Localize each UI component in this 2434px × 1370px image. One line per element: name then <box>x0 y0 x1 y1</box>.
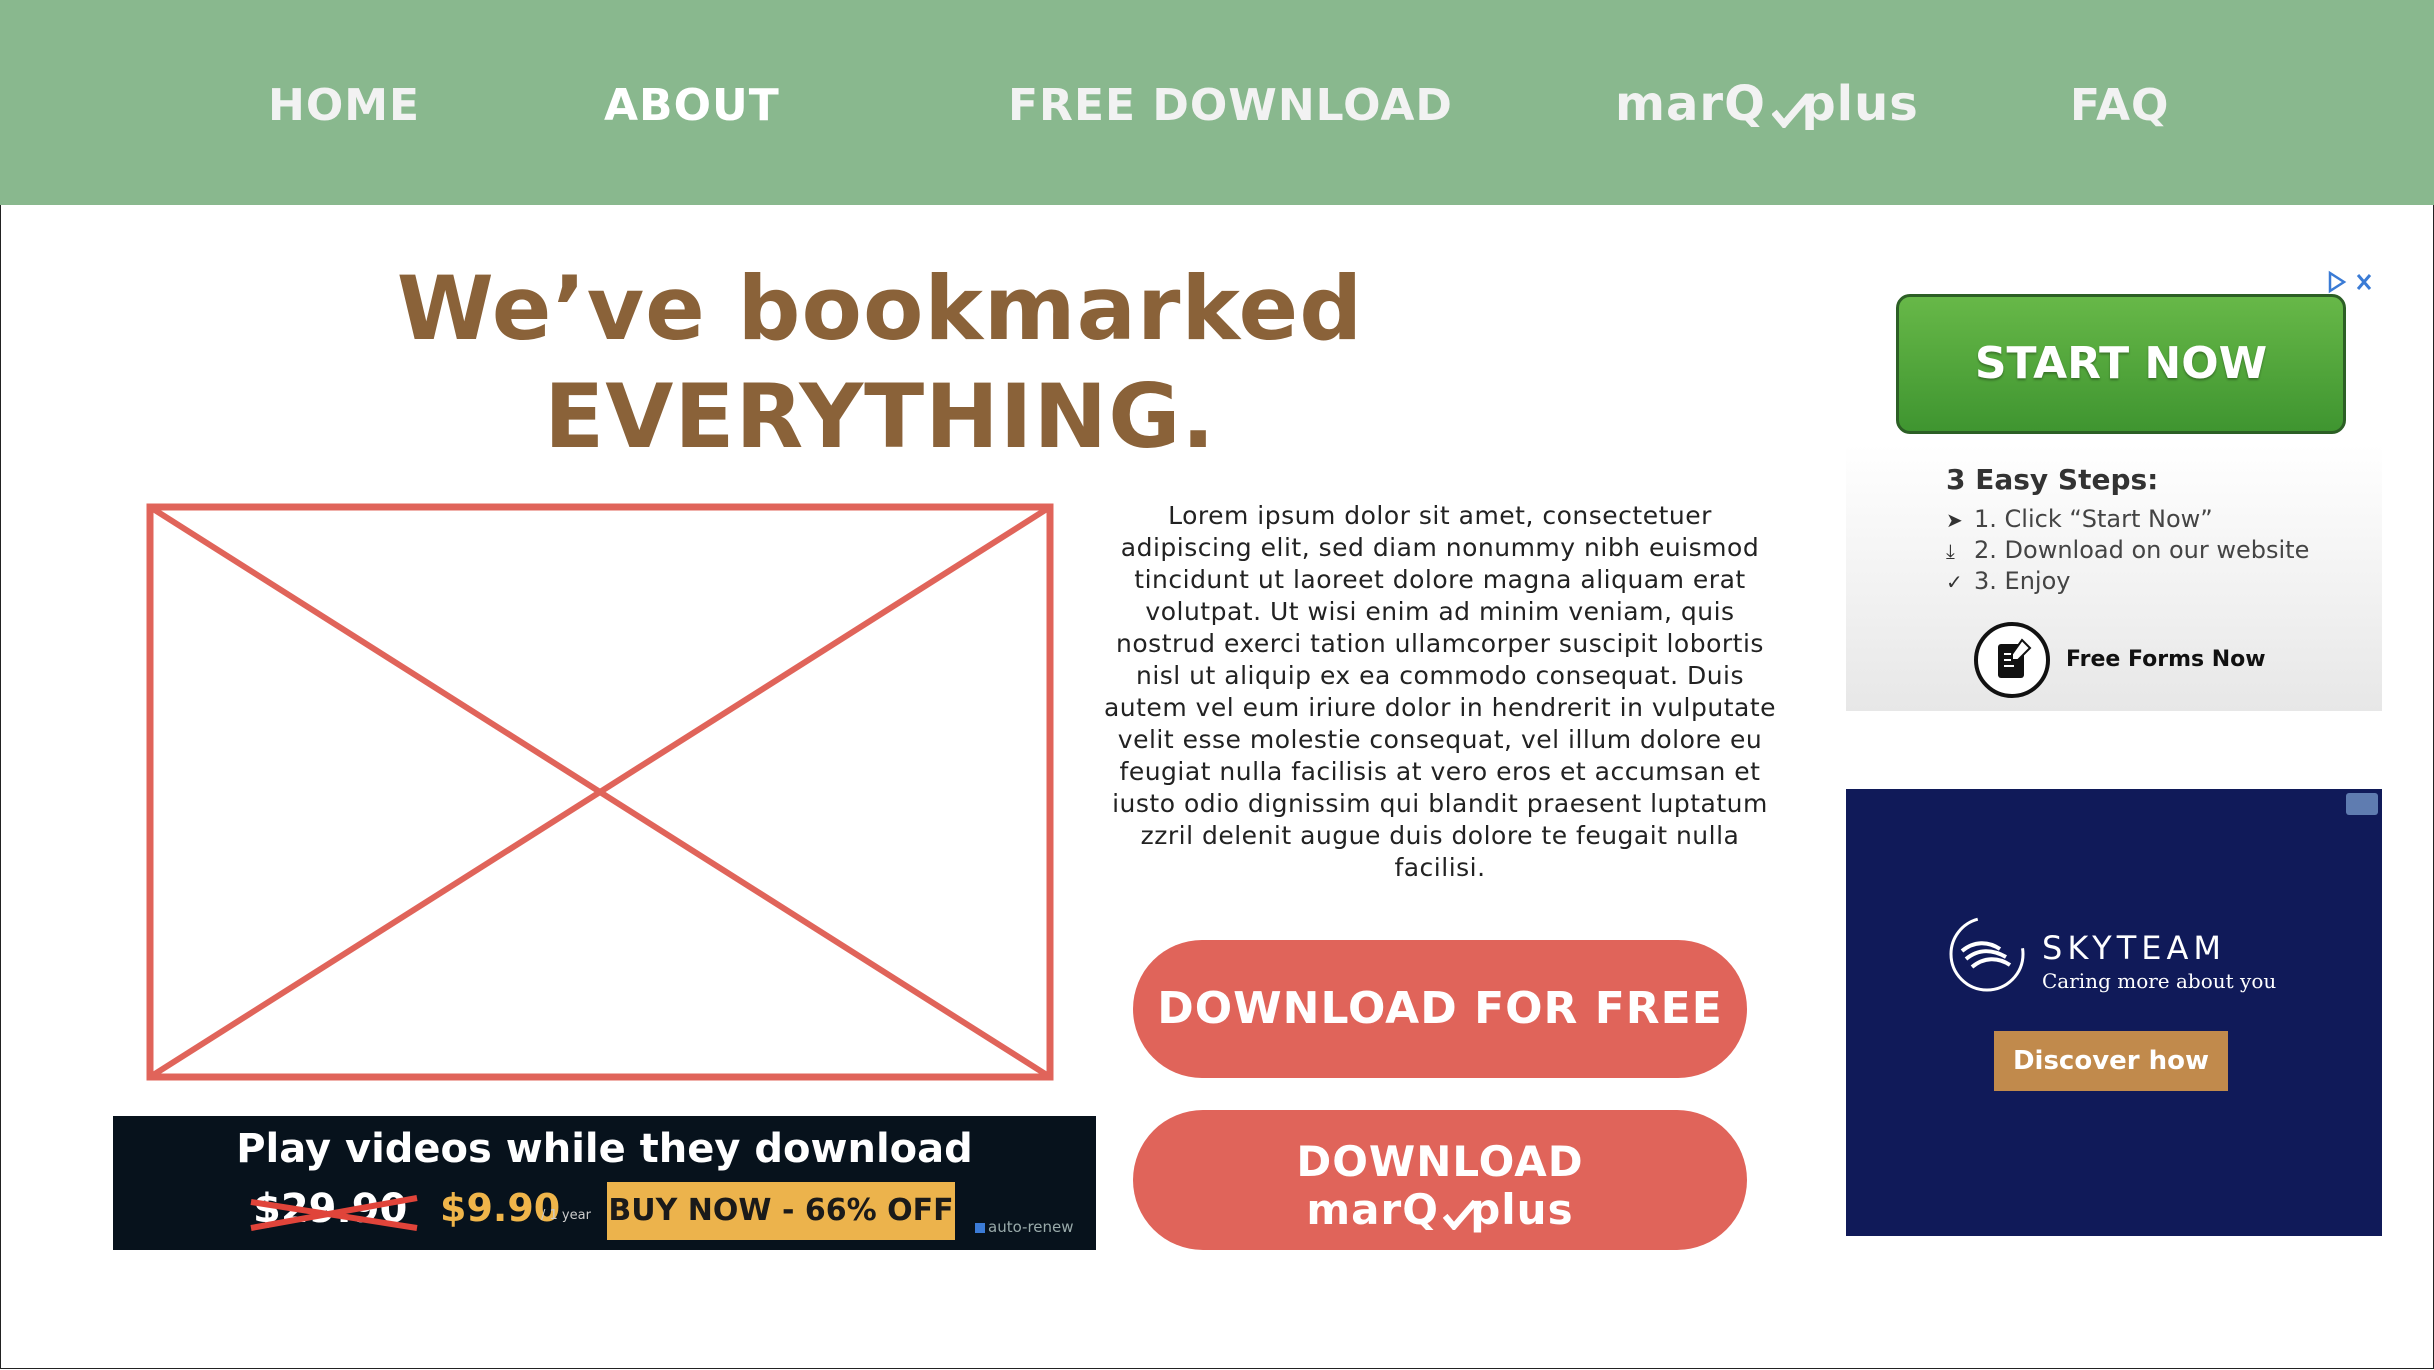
brand-name-right: plus <box>1801 76 1919 132</box>
document-edit-icon <box>1974 622 2050 698</box>
skyteam-ad[interactable]: SKYTEAM Caring more about you Discover h… <box>1846 789 2382 1236</box>
nav-marq-plus[interactable]: marQ plus <box>1615 76 1919 132</box>
download-marq-plus-button[interactable]: DOWNLOAD marQ plus <box>1133 1110 1747 1250</box>
brand-name-left: marQ <box>1615 76 1766 132</box>
banner-ad-title: Play videos while they download <box>236 1126 973 1172</box>
checkmark-icon <box>1766 76 1811 132</box>
start-now-ad[interactable]: START NOW 3 Easy Steps: ➤ 1. Click “Start… <box>1846 267 2382 711</box>
free-forms-label: Free Forms Now <box>2066 647 2266 672</box>
hero-heading: We’ve bookmarked EVERYTHING. <box>330 255 1430 471</box>
banner-ad-renew: auto-renew <box>975 1218 1074 1236</box>
step-label: 3. Enjoy <box>1974 567 2071 595</box>
discover-how-button[interactable]: Discover how <box>1994 1031 2228 1091</box>
skyteam-logo-icon <box>1949 916 2025 992</box>
adchoices-icon[interactable] <box>2346 793 2378 815</box>
step-item: ⤓ 2. Download on our website <box>1946 536 2309 564</box>
steps-title: 3 Easy Steps: <box>1946 463 2159 496</box>
skyteam-tagline: Caring more about you <box>2042 969 2277 993</box>
strikethrough-icon <box>250 1195 418 1231</box>
nav-faq[interactable]: FAQ <box>2070 80 2169 131</box>
image-placeholder <box>146 503 1054 1081</box>
banner-ad[interactable]: Play videos while they download $29.90 $… <box>113 1116 1096 1250</box>
checkbox-icon <box>975 1222 985 1233</box>
nav-about[interactable]: ABOUT <box>604 80 780 131</box>
hero-heading-line1: We’ve bookmarked <box>396 257 1364 360</box>
step-label: 2. Download on our website <box>1974 536 2310 564</box>
step-item: ✓ 3. Enjoy <box>1946 567 2070 595</box>
skyteam-name: SKYTEAM <box>2042 929 2226 967</box>
start-now-button[interactable]: START NOW <box>1896 294 2346 434</box>
brand-name-right: plus <box>1470 1185 1574 1234</box>
cursor-icon: ➤ <box>1946 508 1963 532</box>
hero-heading-line2: EVERYTHING. <box>544 365 1216 468</box>
adchoices-icon[interactable] <box>2324 269 2380 295</box>
download-marq-plus-line1: DOWNLOAD <box>1296 1137 1584 1186</box>
nav-free-download[interactable]: FREE DOWNLOAD <box>1008 80 1453 131</box>
brand-name-left: marQ <box>1306 1185 1439 1234</box>
check-circle-icon: ✓ <box>1946 570 1963 594</box>
checkmark-icon <box>1439 1186 1478 1234</box>
banner-ad-buy-button[interactable]: BUY NOW - 66% OFF <box>607 1182 955 1240</box>
banner-ad-renew-label: auto-renew <box>988 1218 1074 1236</box>
step-label: 1. Click “Start Now” <box>1974 505 2213 533</box>
nav-home[interactable]: HOME <box>268 80 420 131</box>
download-free-button[interactable]: DOWNLOAD FOR FREE <box>1133 940 1747 1078</box>
download-marq-plus-brand: marQ plus <box>1133 1186 1747 1234</box>
description-text: Lorem ipsum dolor sit amet, consectetuer… <box>1103 501 1777 882</box>
step-item: ➤ 1. Click “Start Now” <box>1946 505 2213 533</box>
top-navigation: HOME ABOUT FREE DOWNLOAD marQ plus FAQ <box>0 0 2434 205</box>
download-icon: ⤓ <box>1946 539 1955 563</box>
banner-ad-period: / 1 year <box>541 1208 591 1223</box>
